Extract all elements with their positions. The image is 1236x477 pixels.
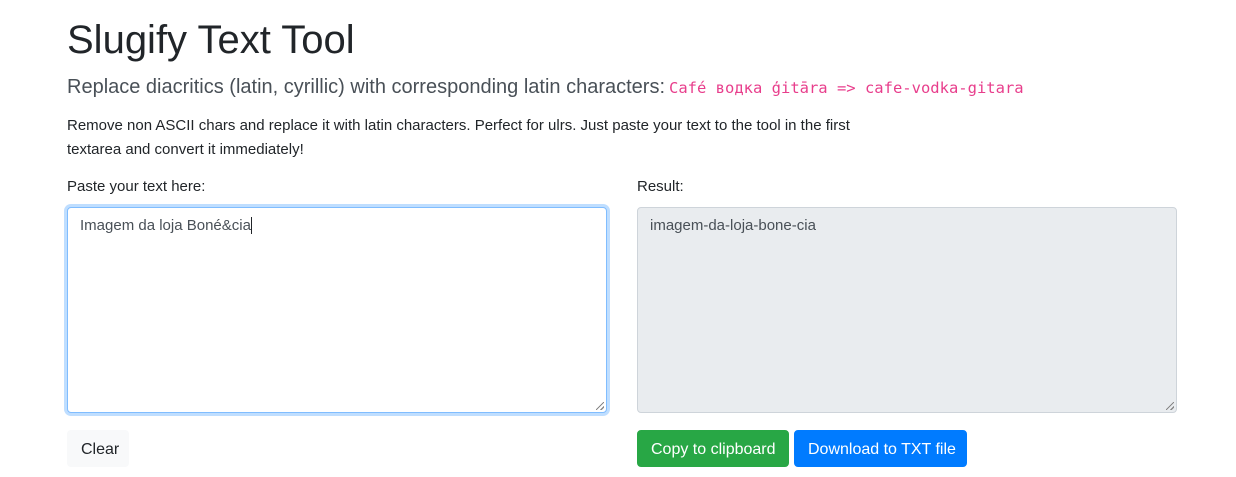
lead-text: Replace diacritics (latin, cyrillic) wit… [67, 76, 1024, 99]
copy-to-clipboard-button[interactable]: Copy to clipboard [637, 430, 789, 467]
lead-description: Replace diacritics (latin, cyrillic) wit… [67, 76, 665, 98]
resize-grip-icon[interactable] [596, 402, 604, 410]
result-textarea[interactable]: imagem-da-loja-bone-cia [637, 207, 1177, 413]
lead-example-code: Café водка ģitāra => cafe-vodka-gitara [669, 79, 1024, 97]
clear-button[interactable]: Clear [67, 430, 129, 467]
result-text: imagem-da-loja-bone-cia [650, 217, 816, 234]
input-label: Paste your text here: [67, 178, 206, 195]
page: Slugify Text Tool Replace diacritics (la… [0, 0, 1236, 477]
result-label: Result: [637, 178, 684, 195]
source-textarea[interactable]: Imagem da loja Boné&cia [67, 207, 607, 413]
resize-grip-icon[interactable] [1166, 402, 1174, 410]
source-text: Imagem da loja Boné&cia [80, 217, 251, 234]
download-txt-button[interactable]: Download to TXT file [794, 430, 967, 467]
page-title: Slugify Text Tool [67, 18, 355, 62]
text-caret [250, 217, 252, 234]
tool-description: Remove non ASCII chars and replace it wi… [67, 117, 850, 158]
